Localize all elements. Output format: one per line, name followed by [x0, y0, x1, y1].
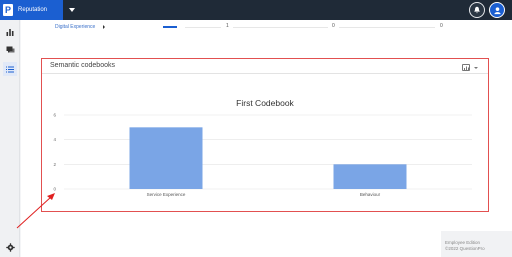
brand-label: Reputation — [18, 7, 48, 13]
row-label[interactable]: Digital Experience — [55, 24, 95, 30]
user-icon[interactable] — [489, 2, 505, 18]
bell-icon[interactable] — [469, 2, 485, 18]
divider — [233, 27, 328, 28]
chevron-right-icon[interactable] — [103, 25, 105, 29]
divider — [185, 27, 221, 28]
top-bar: P Reputation — [0, 0, 512, 20]
sidebar — [0, 20, 20, 257]
y-tick-label: 0 — [53, 187, 56, 192]
y-tick-label: 6 — [53, 113, 56, 118]
bar-chart-icon[interactable] — [3, 25, 17, 39]
main-content: Digital Experience 1 0 0 Semantic codebo… — [21, 20, 512, 257]
y-tick-label: 2 — [53, 162, 56, 167]
x-tick-label: Service Experience — [147, 192, 186, 197]
brand-logo: P — [3, 4, 13, 16]
chat-icon[interactable] — [3, 43, 17, 57]
table-row[interactable]: Digital Experience 1 0 0 — [21, 20, 512, 34]
bar-chart: First Codebook 0 2 4 6 Service Experience Beha… — [53, 98, 472, 197]
gear-icon[interactable] — [3, 240, 17, 254]
row-value-2: 0 — [332, 23, 335, 29]
footer-copyright: ©2022 QuestionPro — [445, 246, 485, 251]
brand-switcher[interactable]: P Reputation — [0, 0, 63, 20]
list-icon[interactable] — [3, 62, 17, 76]
bar-service-experience — [129, 127, 203, 189]
semantic-codebooks-panel: Semantic codebooks First Codebook 0 2 4 6 Ser… — [41, 58, 489, 212]
progress-bar — [163, 26, 177, 28]
row-value-1: 1 — [226, 23, 229, 29]
divider — [339, 27, 435, 28]
x-tick-label: Behaviour — [360, 192, 381, 197]
chart-title: First Codebook — [236, 98, 294, 108]
chevron-down-icon[interactable] — [69, 8, 75, 12]
row-value-3: 0 — [440, 23, 443, 29]
bar-behaviour — [333, 164, 407, 189]
y-tick-label: 4 — [53, 137, 56, 142]
footer-edition: Employee Edition — [445, 240, 481, 245]
